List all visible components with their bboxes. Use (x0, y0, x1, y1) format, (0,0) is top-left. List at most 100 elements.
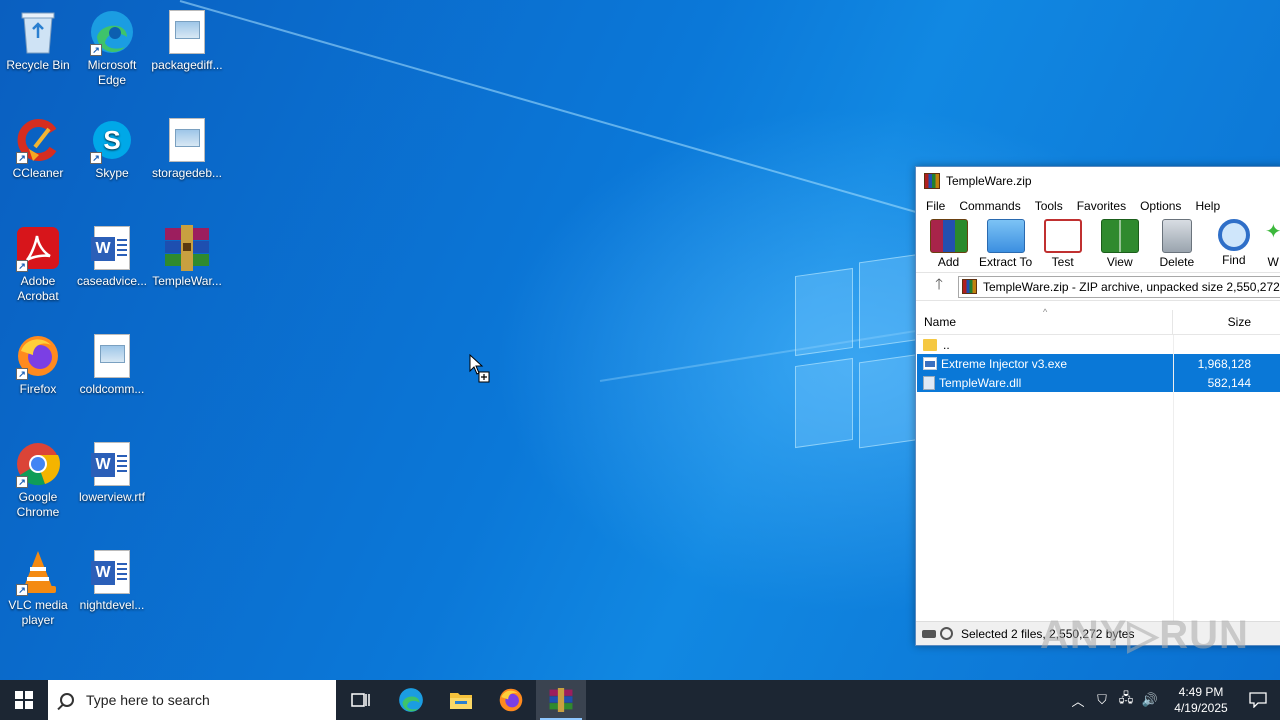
desktop-icon-chrome[interactable]: ↗ Google Chrome (0, 440, 76, 520)
book-icon (1100, 219, 1139, 253)
search-placeholder: Type here to search (86, 692, 210, 708)
trash-icon (1161, 219, 1192, 253)
file-list[interactable]: ^ Name Size .. Extreme Injector v3.exe 1… (917, 307, 1280, 622)
icon-label: Recycle Bin (6, 58, 70, 72)
desktop-icon-templeware[interactable]: TempleWar... (149, 224, 225, 289)
taskbar-clock[interactable]: 4:49 PM 4/19/2025 (1166, 684, 1236, 716)
window-titlebar[interactable]: TempleWare.zip (916, 167, 1280, 195)
column-size[interactable]: Size (1173, 310, 1253, 334)
drive-icon[interactable] (922, 629, 936, 638)
vlc-icon: ↗ (14, 548, 62, 596)
firefox-icon: ↗ (14, 332, 62, 380)
task-view-button[interactable] (336, 680, 386, 720)
anyrun-watermark: ANY▷RUN (1040, 613, 1249, 657)
file-name: Extreme Injector v3.exe (941, 356, 1068, 371)
extract-to-button[interactable]: Extract To (977, 217, 1034, 269)
mouse-cursor-icon (469, 353, 491, 389)
file-row-templeware-dll[interactable]: TempleWare.dll 582,144 (917, 373, 1280, 392)
delete-button[interactable]: Delete (1148, 217, 1205, 269)
menu-favorites[interactable]: Favorites (1070, 199, 1133, 213)
taskbar-edge[interactable] (386, 680, 436, 720)
file-name: TempleWare.dll (939, 375, 1022, 390)
find-button[interactable]: Find (1205, 217, 1262, 267)
wizard-icon: ✦ (1264, 221, 1280, 243)
view-button-label: View (1106, 255, 1133, 269)
path-field[interactable]: TempleWare.zip - ZIP archive, unpacked s… (958, 275, 1280, 298)
icon-label: storagedeb... (151, 166, 223, 180)
wizard-button[interactable]: ✦ W (1262, 217, 1280, 269)
test-button[interactable]: Test (1034, 217, 1091, 269)
file-size: 582,144 (1207, 375, 1251, 390)
svg-text:S: S (103, 125, 120, 155)
icon-label: Firefox (19, 382, 57, 396)
menu-commands[interactable]: Commands (952, 199, 1027, 213)
taskbar-firefox[interactable] (486, 680, 536, 720)
winrar-archive-icon (163, 224, 211, 272)
key-icon[interactable] (940, 627, 953, 640)
desktop-icon-packagediff[interactable]: packagediff... (149, 8, 225, 73)
winrar-window[interactable]: TempleWare.zip File Commands Tools Favor… (915, 166, 1280, 646)
notification-center-button[interactable] (1236, 692, 1280, 708)
desktop-icon-firefox[interactable]: ↗ Firefox (0, 332, 76, 397)
word-doc-icon: W (88, 224, 136, 272)
chevron-up-icon[interactable]: ︿ (1066, 691, 1090, 710)
task-view-icon (351, 693, 370, 707)
path-bar: 🡑 TempleWare.zip - ZIP archive, unpacked… (916, 273, 1280, 301)
desktop-icon-acrobat[interactable]: ↗ Adobe Acrobat (0, 224, 76, 304)
view-button[interactable]: View (1091, 217, 1148, 269)
add-button-label: Add (937, 255, 960, 269)
icon-label: Skype (95, 166, 129, 180)
recycle-bin-icon (14, 8, 62, 56)
desktop-icon-caseadvice[interactable]: W caseadvice... (74, 224, 150, 289)
desktop-icon-recycle-bin[interactable]: Recycle Bin (0, 8, 76, 73)
file-row-extreme-injector[interactable]: Extreme Injector v3.exe 1,968,128 (917, 354, 1280, 373)
image-file-icon (163, 8, 211, 56)
clipboard-check-icon (1043, 219, 1082, 253)
desktop-icon-coldcomm[interactable]: coldcomm... (74, 332, 150, 397)
security-icon[interactable]: ⛉ (1090, 692, 1114, 708)
desktop-icon-nightdevel[interactable]: W nightdevel... (74, 548, 150, 613)
skype-icon: S ↗ (88, 116, 136, 164)
file-name: .. (943, 337, 950, 352)
icon-label: CCleaner (12, 166, 64, 180)
file-row-parent[interactable]: .. (917, 335, 1280, 354)
desktop-icon-ccleaner[interactable]: ↗ CCleaner (0, 116, 76, 181)
windows-start-icon (15, 691, 33, 709)
desktop-icon-lowerview[interactable]: W lowerview.rtf (74, 440, 150, 505)
menu-options[interactable]: Options (1133, 199, 1188, 213)
find-button-label: Find (1222, 253, 1246, 267)
add-button[interactable]: Add (920, 217, 977, 269)
taskbar-winrar[interactable] (536, 680, 586, 720)
column-headers: ^ Name Size (917, 307, 1280, 335)
taskbar-file-explorer[interactable] (436, 680, 486, 720)
up-one-level-icon[interactable]: 🡑 (920, 274, 958, 299)
edge-icon (399, 688, 423, 712)
icon-label: lowerview.rtf (78, 490, 146, 504)
word-doc-icon: W (88, 440, 136, 488)
toolbar: Add Extract To Test View Delete Find ✦ W (916, 217, 1280, 273)
word-doc-icon: W (88, 548, 136, 596)
image-file-icon (88, 332, 136, 380)
icon-label: Adobe Acrobat (17, 274, 59, 303)
desktop-icon-vlc[interactable]: ↗ VLC media player (0, 548, 76, 628)
test-button-label: Test (1051, 255, 1074, 269)
path-text: TempleWare.zip - ZIP archive, unpacked s… (983, 279, 1280, 294)
icon-label: Google Chrome (16, 490, 60, 519)
menu-help[interactable]: Help (1188, 199, 1227, 213)
winrar-icon (549, 688, 573, 712)
clock-date: 4/19/2025 (1174, 701, 1228, 715)
taskbar-search-box[interactable]: Type here to search (48, 680, 336, 720)
menu-file[interactable]: File (919, 199, 952, 213)
menu-tools[interactable]: Tools (1028, 199, 1070, 213)
desktop-icon-storagedeb[interactable]: storagedeb... (149, 116, 225, 181)
volume-icon[interactable]: 🔊 (1138, 692, 1162, 708)
delete-button-label: Delete (1159, 255, 1195, 269)
winrar-icon (962, 279, 977, 294)
icon-label: caseadvice... (76, 274, 148, 288)
desktop-icon-skype[interactable]: S ↗ Skype (74, 116, 150, 181)
start-button[interactable] (0, 680, 48, 720)
network-icon[interactable]: 🖧 (1114, 689, 1138, 711)
icon-label: Microsoft Edge (87, 58, 137, 87)
desktop-icon-edge[interactable]: ↗ Microsoft Edge (74, 8, 150, 88)
ccleaner-icon: ↗ (14, 116, 62, 164)
